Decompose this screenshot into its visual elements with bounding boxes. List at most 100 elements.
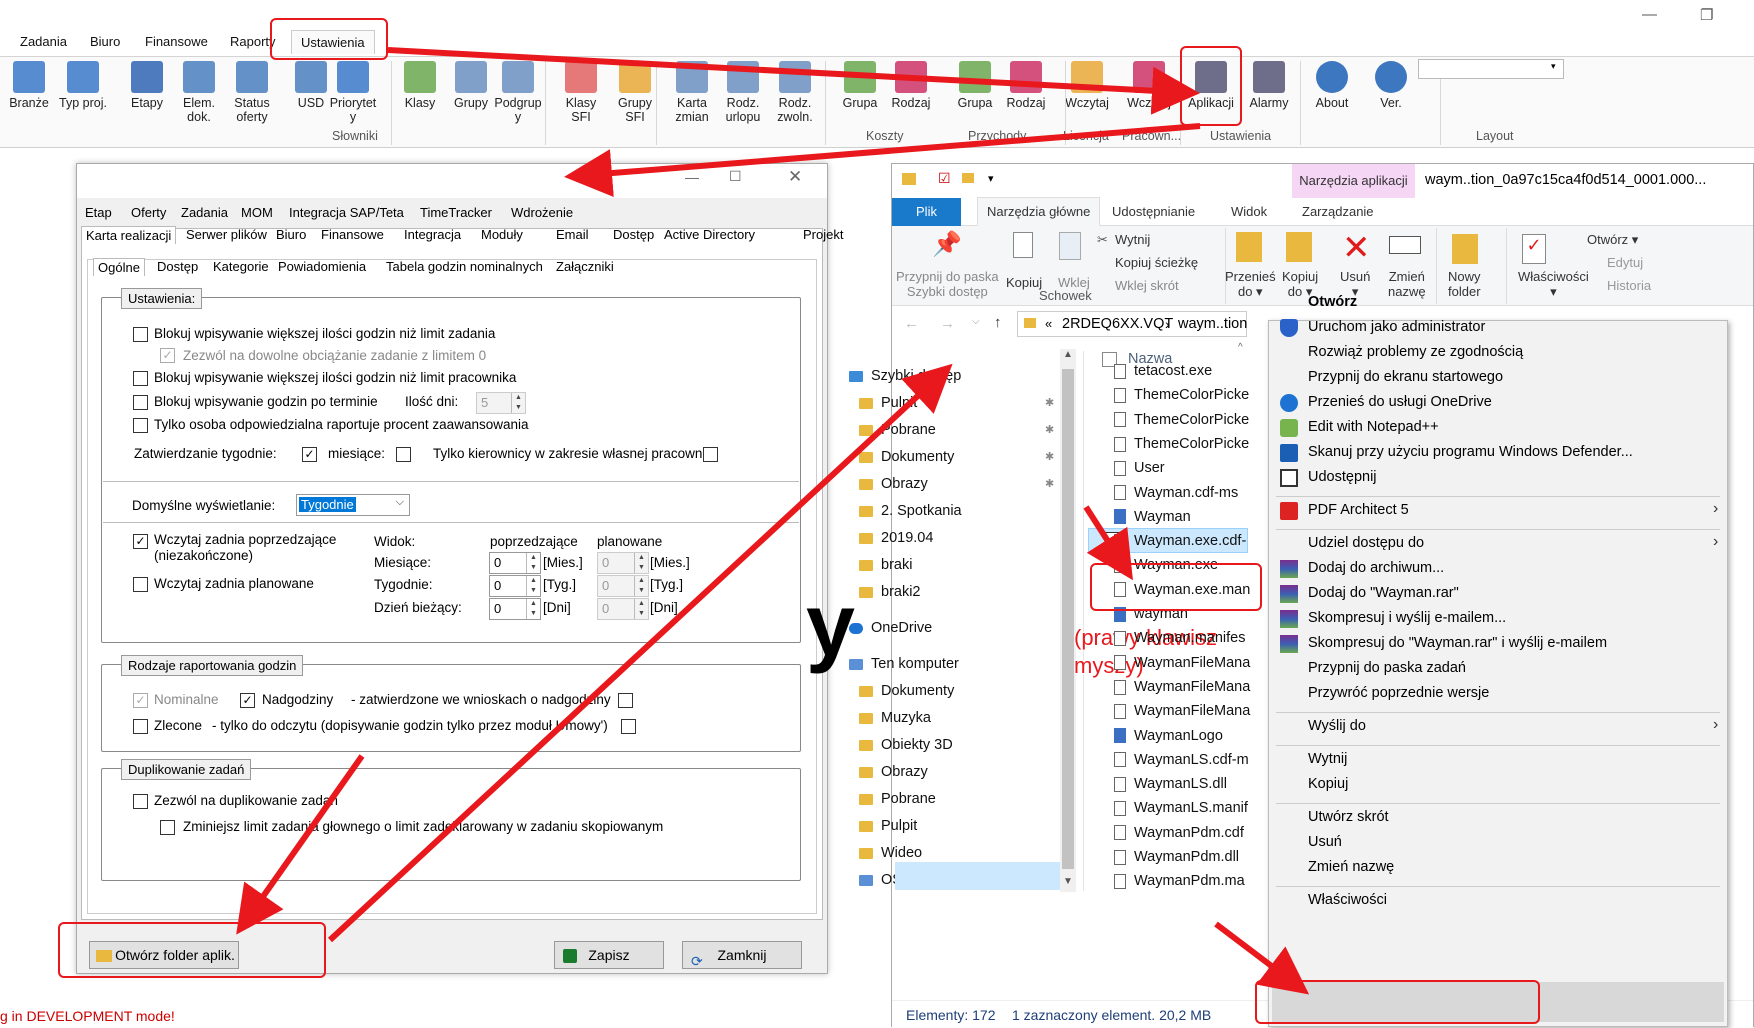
nadgodziny-checkbox[interactable]: ✓ [240, 693, 255, 708]
domyslne-select[interactable]: Tygodnie ⌵ [296, 494, 410, 516]
nav-item[interactable]: Pulpit [859, 818, 917, 834]
nav-item[interactable]: Obrazy [859, 764, 928, 780]
tab-biuro[interactable]: Biuro [90, 34, 120, 49]
dialog-tab[interactable]: Dostęp [609, 226, 658, 243]
spinner-arrows-icon[interactable]: ▲ ▼ [526, 553, 540, 573]
ribbon-button-7[interactable]: Klasy [395, 61, 445, 110]
ribbon-button-3[interactable]: Elem. dok. [174, 61, 224, 124]
ribbon-button-8[interactable]: Grupy [446, 61, 496, 110]
poprz-miesiace-spinner[interactable]: 0 ▲ ▼ [489, 552, 541, 574]
nav-item[interactable]: Pulpit ✱ [859, 395, 1054, 411]
context-menu-item[interactable]: Edit with Notepad++ [1308, 419, 1439, 435]
context-menu-item[interactable]: Kopiuj [1308, 776, 1348, 792]
nav-item[interactable]: braki [859, 557, 912, 573]
spinner-arrows-icon[interactable]: ▲ ▼ [526, 576, 540, 596]
context-menu-item[interactable]: Przenieś do usługi OneDrive [1308, 394, 1492, 410]
breadcrumb-overflow[interactable]: « [1045, 316, 1052, 331]
context-menu-item[interactable]: Otwórz [1308, 294, 1357, 310]
wczytaj-plan-checkbox[interactable] [133, 577, 148, 592]
context-menu-item[interactable]: Skompresuj i wyślij e-mailem... [1308, 610, 1506, 626]
context-menu-item[interactable]: Przypnij do paska zadań [1308, 660, 1466, 676]
ribbon-button-14[interactable]: Rodz. zwoln. [770, 61, 820, 124]
nav-scrollbar[interactable]: ▲ ▼ [1060, 349, 1076, 892]
dialog-tab[interactable]: Tabela godzin nominalnych [382, 258, 547, 275]
zlec-desc-checkbox[interactable] [621, 719, 636, 734]
folder-icon[interactable] [962, 173, 974, 183]
nav-item[interactable]: Obiekty 3D [859, 737, 953, 753]
context-menu-item[interactable]: PDF Architect 5 [1308, 502, 1409, 518]
history-button[interactable]: Historia [1607, 278, 1651, 293]
open-button[interactable]: Otwórz ▾ [1587, 232, 1638, 247]
context-menu-item[interactable]: Wytnij [1308, 751, 1347, 767]
ribbon-button-18[interactable]: Rodzaj [1001, 61, 1051, 110]
nav-item[interactable]: 2. Spotkania [859, 503, 962, 519]
file-row[interactable]: WaymanLS.dll [1114, 776, 1266, 792]
dialog-tab[interactable]: Email [552, 226, 593, 243]
file-row[interactable]: tetacost.exe [1114, 363, 1266, 379]
scroll-down-icon[interactable]: ▼ [1063, 876, 1073, 887]
context-menu-item[interactable]: Rozwiąż problemy ze zgodnością [1308, 344, 1523, 360]
tab-narzedzia-glowne[interactable]: Narzędzia główne [977, 197, 1101, 226]
restore-icon[interactable]: ❐ [1700, 6, 1713, 24]
scroll-thumb[interactable] [1062, 369, 1074, 869]
history-dropdown-icon[interactable]: ⌵ [972, 316, 980, 327]
file-row[interactable]: ThemeColorPicke [1114, 436, 1266, 452]
file-row[interactable]: ThemeColorPicke [1114, 387, 1266, 403]
properties-button[interactable]: Właściwości ▾ [1518, 269, 1589, 299]
tab-zadania[interactable]: Zadania [20, 34, 67, 49]
address-bar[interactable]: « 2RDEQ6XX.VQT › waym..tion [1017, 311, 1247, 337]
ribbon-button-12[interactable]: Karta zmian [667, 61, 717, 124]
nav-item[interactable]: Pobrane ✱ [859, 422, 1054, 438]
file-row[interactable]: Wayman.manifes [1114, 630, 1266, 646]
context-menu-item[interactable]: Uruchom jako administrator [1308, 319, 1485, 335]
ribbon-button-23[interactable]: About [1307, 61, 1357, 110]
zlecone-checkbox[interactable] [133, 719, 148, 734]
zatw-miesiace-checkbox[interactable] [396, 447, 411, 462]
dialog-tab[interactable]: Integracja SAP/Teta [285, 204, 408, 221]
spinner-arrows-icon[interactable]: ▲ ▼ [634, 553, 648, 573]
nav-item[interactable]: Dokumenty ✱ [859, 449, 1054, 465]
tab-widok[interactable]: Widok [1231, 204, 1267, 219]
plan-tygodnie-spinner[interactable]: 0 ▲ ▼ [597, 575, 649, 597]
tab-plik[interactable]: Plik [892, 198, 961, 226]
new-folder-button[interactable]: Nowy folder [1448, 269, 1481, 299]
file-row[interactable]: WaymanFileMana [1114, 703, 1266, 719]
zmniejsz-limit-checkbox[interactable] [160, 820, 175, 835]
plan-miesiace-spinner[interactable]: 0 ▲ ▼ [597, 552, 649, 574]
file-row[interactable]: WaymanLS.manif [1114, 800, 1266, 816]
poprz-dzien-spinner[interactable]: 0 ▲ ▼ [489, 598, 541, 620]
dialog-tab[interactable]: Biuro [272, 226, 310, 243]
file-row[interactable]: WaymanLS.cdf-m [1114, 752, 1266, 768]
context-menu-item[interactable]: Wyślij do [1308, 718, 1366, 734]
nav-item[interactable]: Wideo [859, 845, 922, 861]
qat-dropdown-icon[interactable]: ▾ [988, 172, 994, 185]
ribbon-button-16[interactable]: Rodzaj [886, 61, 936, 110]
file-row[interactable]: WaymanFileMana [1114, 655, 1266, 671]
dialog-tab[interactable]: Załączniki [552, 258, 618, 275]
dialog-tab[interactable]: Oferty [127, 204, 170, 221]
context-menu-item[interactable]: Dodaj do "Wayman.rar" [1308, 585, 1459, 601]
ribbon-button-1[interactable]: Typ proj. [58, 61, 108, 110]
nav-item[interactable]: Dokumenty [859, 683, 954, 699]
ilosc-dni-spinner[interactable]: 5 ▲ ▼ [476, 392, 526, 414]
dialog-tab[interactable]: Dostęp [153, 258, 202, 275]
ribbon-button-22[interactable]: Alarmy [1244, 61, 1294, 110]
nav-item[interactable]: Muzyka [859, 710, 931, 726]
copy-path-button[interactable]: Kopiuj ścieżkę [1115, 255, 1198, 270]
pin-quick-access-button[interactable]: Przypnij do paska Szybki dostęp [896, 269, 999, 299]
nav-item[interactable]: Szybki dostęp [849, 368, 961, 384]
breadcrumb-item[interactable]: waym..tion [1178, 316, 1247, 332]
maximize-icon[interactable]: ☐ [729, 168, 742, 185]
nav-item[interactable]: Obrazy ✱ [859, 476, 1054, 492]
dialog-tab[interactable]: Zadania [177, 204, 232, 221]
file-row[interactable]: Wayman.cdf-ms [1114, 485, 1266, 501]
nominalne-checkbox[interactable]: ✓ [133, 693, 148, 708]
tab-zarzadzanie[interactable]: Zarządzanie [1302, 204, 1374, 219]
layout-dropdown[interactable] [1418, 59, 1564, 79]
cut-button[interactable]: Wytnij [1115, 232, 1150, 247]
ribbon-button-19[interactable]: Wczytaj [1062, 61, 1112, 110]
dialog-tab[interactable]: Integracja [400, 226, 465, 243]
context-menu-item[interactable]: Zmień nazwę [1308, 859, 1394, 875]
zezwol-duplikowanie-checkbox[interactable] [133, 794, 148, 809]
tylko-kier-checkbox[interactable] [703, 447, 718, 462]
